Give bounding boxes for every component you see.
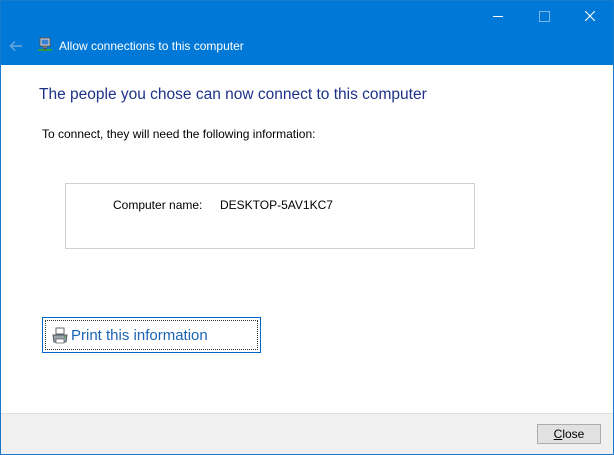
connection-info-box: Computer name: DESKTOP-5AV1KC7 — [65, 183, 475, 249]
dialog-footer: Close — [1, 413, 613, 454]
close-button-accesskey: C — [553, 427, 563, 441]
instruction-text: To connect, they will need the following… — [42, 127, 316, 141]
computer-name-value: DESKTOP-5AV1KC7 — [220, 198, 333, 212]
back-arrow-icon — [9, 41, 22, 51]
maximize-button[interactable] — [521, 1, 567, 31]
title-bar: Allow connections to this computer — [1, 1, 613, 65]
minimize-icon — [493, 15, 503, 17]
maximize-icon — [538, 10, 550, 22]
page-heading: The people you chose can now connect to … — [39, 86, 427, 103]
print-link-label: Print this information — [71, 327, 208, 344]
close-button-label: lose — [562, 427, 585, 441]
main-content: The people you chose can now connect to … — [1, 65, 613, 413]
window-close-button[interactable] — [567, 1, 613, 31]
network-computer-icon — [38, 37, 52, 51]
back-button[interactable] — [5, 35, 27, 57]
print-information-link[interactable]: Print this information — [42, 317, 261, 353]
window-title: Allow connections to this computer — [59, 39, 244, 53]
close-icon — [585, 11, 595, 21]
minimize-button[interactable] — [475, 1, 521, 31]
close-button[interactable]: Close — [537, 424, 601, 444]
dialog-window: Allow connections to this computer The p… — [0, 0, 614, 455]
printer-icon — [52, 327, 68, 344]
computer-name-label: Computer name: — [113, 198, 203, 212]
